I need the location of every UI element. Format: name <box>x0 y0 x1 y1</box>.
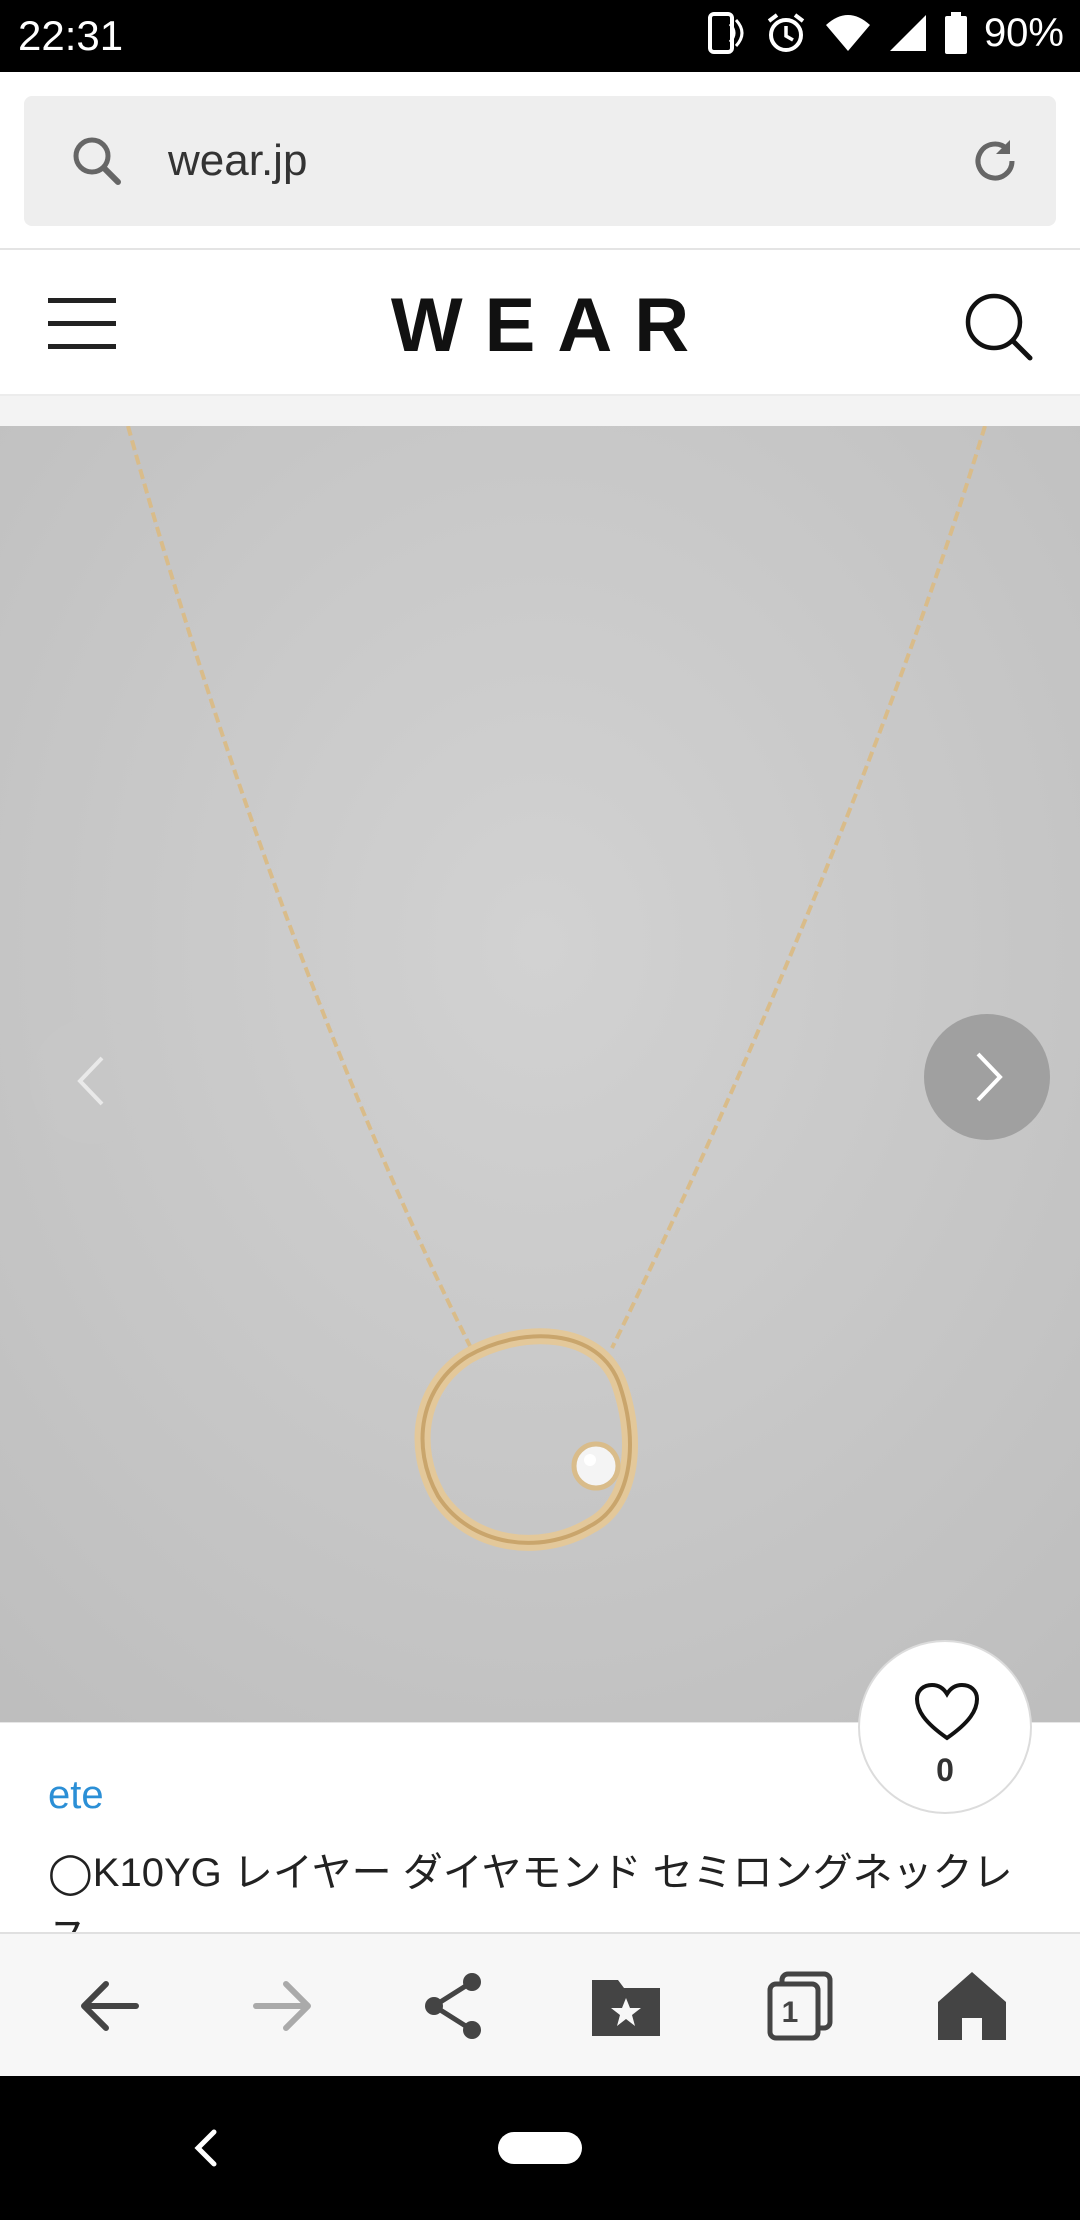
back-arrow-icon <box>81 1981 139 2031</box>
wifi-icon <box>825 15 870 51</box>
nav-home-pill[interactable] <box>498 2128 582 2168</box>
status-bar: 22:31 90% <box>0 0 1080 72</box>
product-photo <box>0 426 1080 1722</box>
favorite-button[interactable]: 0 <box>858 1640 1032 1814</box>
alarm-icon <box>767 13 805 52</box>
bookmarks-button[interactable] <box>588 1968 664 2044</box>
battery-level: 90% <box>983 10 1064 55</box>
carousel-next-button[interactable] <box>924 1014 1050 1140</box>
share-icon <box>425 1973 481 2039</box>
product-image-carousel[interactable] <box>0 426 1080 1722</box>
forward-button[interactable] <box>244 1968 320 2044</box>
site-header: WEAR <box>0 252 1080 396</box>
heart-icon <box>914 1682 980 1741</box>
forward-arrow-icon <box>253 1981 311 2031</box>
tab-count: 1 <box>781 1996 799 2029</box>
tabs-button[interactable]: 1 <box>762 1968 838 2044</box>
reload-icon[interactable] <box>968 134 1022 188</box>
chevron-right-icon <box>976 1052 1003 1102</box>
status-icons: 90% <box>702 10 1064 56</box>
home-icon <box>938 1972 1006 2040</box>
status-time: 22:31 <box>18 12 124 59</box>
carousel-prev-button[interactable] <box>30 1018 156 1144</box>
header-gap <box>0 396 1080 426</box>
browser-url-area: wear.jp <box>0 72 1080 250</box>
nfc-icon <box>707 12 744 54</box>
system-navigation-bar <box>0 2076 1080 2220</box>
back-button[interactable] <box>72 1968 148 2044</box>
site-logo[interactable]: WEAR <box>0 282 1080 369</box>
product-title: ◯K10YG レイヤー ダイヤモンド セミロングネックレス <box>48 1851 1013 1932</box>
search-icon <box>73 137 121 185</box>
nav-back-icon[interactable] <box>190 2120 222 2176</box>
chevron-left-icon <box>77 1056 104 1106</box>
battery-icon <box>944 12 967 54</box>
share-button[interactable] <box>416 1968 492 2044</box>
browser-toolbar: 1 <box>0 1932 1080 2076</box>
diamond-stone <box>571 1441 621 1491</box>
bookmark-folder-icon <box>592 1980 660 2036</box>
url-text[interactable]: wear.jp <box>168 136 307 186</box>
signal-icon <box>889 15 926 51</box>
brand-link[interactable]: ete <box>48 1773 104 1818</box>
home-button[interactable] <box>934 1968 1010 2044</box>
search-icon[interactable] <box>964 292 1034 362</box>
favorite-count: 0 <box>936 1752 954 1788</box>
url-bar[interactable]: wear.jp <box>24 96 1056 226</box>
